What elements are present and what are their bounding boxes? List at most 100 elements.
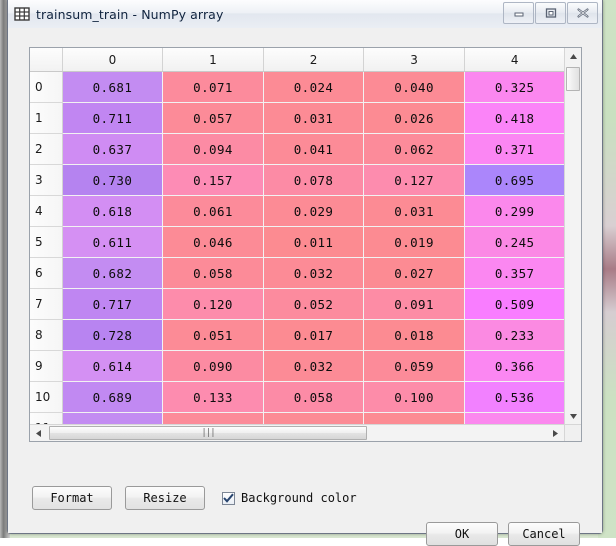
cell-3-4[interactable]: 0.695 [464, 164, 566, 196]
cell-3-0[interactable]: 0.730 [62, 164, 164, 196]
cell-7-4[interactable]: 0.509 [464, 288, 566, 320]
cell-7-1[interactable]: 0.120 [162, 288, 264, 320]
column-header-1[interactable]: 1 [162, 48, 264, 72]
column-header-0[interactable]: 0 [62, 48, 164, 72]
ok-button[interactable]: OK [426, 522, 498, 546]
cell-3-3[interactable]: 0.127 [363, 164, 465, 196]
cell-9-2[interactable]: 0.032 [263, 350, 365, 382]
cell-10-3[interactable]: 0.100 [363, 381, 465, 413]
scroll-left-arrow-icon[interactable] [30, 425, 47, 441]
cell-6-0[interactable]: 0.682 [62, 257, 164, 289]
background-color-checkbox-group[interactable]: Background color [222, 491, 357, 505]
window-titlebar[interactable]: trainsum_train - NumPy array [8, 0, 602, 29]
cell-2-0[interactable]: 0.637 [62, 133, 164, 165]
horizontal-scrollbar-thumb[interactable]: ||| [49, 426, 367, 440]
vertical-scrollbar-thumb[interactable] [566, 67, 580, 91]
cell-4-0[interactable]: 0.618 [62, 195, 164, 227]
row-header-2[interactable]: 2 [30, 133, 63, 165]
row-header-10[interactable]: 10 [30, 381, 63, 413]
cell-9-4[interactable]: 0.366 [464, 350, 566, 382]
maximize-button[interactable] [535, 2, 566, 24]
cell-10-2[interactable]: 0.058 [263, 381, 365, 413]
cell-0-0[interactable]: 0.681 [62, 71, 164, 103]
close-button[interactable] [567, 2, 598, 24]
cell-8-4[interactable]: 0.233 [464, 319, 566, 351]
cell-5-0[interactable]: 0.611 [62, 226, 164, 258]
format-button[interactable]: Format [32, 486, 112, 510]
cell-5-4[interactable]: 0.245 [464, 226, 566, 258]
cell-6-4[interactable]: 0.357 [464, 257, 566, 289]
cell-7-0[interactable]: 0.717 [62, 288, 164, 320]
cell-0-3[interactable]: 0.040 [363, 71, 465, 103]
row-header-3[interactable]: 3 [30, 164, 63, 196]
cell-0-4[interactable]: 0.325 [464, 71, 566, 103]
scroll-down-arrow-icon[interactable] [565, 408, 581, 425]
cell-4-4[interactable]: 0.299 [464, 195, 566, 227]
cell-5-3[interactable]: 0.019 [363, 226, 465, 258]
cell-1-4[interactable]: 0.418 [464, 102, 566, 134]
cell-0-2[interactable]: 0.024 [263, 71, 365, 103]
cell-5-1[interactable]: 0.046 [162, 226, 264, 258]
row-header-1[interactable]: 1 [30, 102, 63, 134]
table-header-row: 0 1 2 3 4 5 [30, 48, 566, 72]
row-header-4[interactable]: 4 [30, 195, 63, 227]
cell-1-0[interactable]: 0.711 [62, 102, 164, 134]
cell-5-2[interactable]: 0.011 [263, 226, 365, 258]
array-table: 0 1 2 3 4 5 00.6810.0710.0240.0400.32510… [30, 48, 566, 425]
cell-4-3[interactable]: 0.031 [363, 195, 465, 227]
cancel-button[interactable]: Cancel [508, 522, 580, 546]
column-header-2[interactable]: 2 [263, 48, 365, 72]
table-row: 3 0.730 0.157 0.078 0.127 0.695 [30, 164, 566, 196]
cell-2-4[interactable]: 0.371 [464, 133, 566, 165]
cell-6-2[interactable]: 0.032 [263, 257, 365, 289]
cell-8-2[interactable]: 0.017 [263, 319, 365, 351]
cell-10-1[interactable]: 0.133 [162, 381, 264, 413]
numpy-array-window: trainsum_train - NumPy array 0 1 2 3 4 0… [7, 0, 603, 546]
scrollbar-corner [564, 424, 581, 441]
cell-1-2[interactable]: 0.031 [263, 102, 365, 134]
cell-7-2[interactable]: 0.052 [263, 288, 365, 320]
cell-10-4[interactable]: 0.536 [464, 381, 566, 413]
cell-9-3[interactable]: 0.059 [363, 350, 465, 382]
column-header-3[interactable]: 3 [363, 48, 465, 72]
cell-1-3[interactable]: 0.026 [363, 102, 465, 134]
cell-6-1[interactable]: 0.058 [162, 257, 264, 289]
cell-3-2[interactable]: 0.078 [263, 164, 365, 196]
cell-3-1[interactable]: 0.157 [162, 164, 264, 196]
cell-6-3[interactable]: 0.027 [363, 257, 465, 289]
cell-4-1[interactable]: 0.061 [162, 195, 264, 227]
vertical-scrollbar[interactable] [564, 48, 581, 425]
row-header-8[interactable]: 8 [30, 319, 63, 351]
cell-1-1[interactable]: 0.057 [162, 102, 264, 134]
row-header-0[interactable]: 0 [30, 71, 63, 103]
background-color-checkbox[interactable] [222, 491, 235, 505]
cell-4-2[interactable]: 0.029 [263, 195, 365, 227]
horizontal-scrollbar[interactable]: ||| [30, 424, 581, 441]
cell-9-0[interactable]: 0.614 [62, 350, 164, 382]
table-grid-icon [14, 6, 30, 22]
column-header-4[interactable]: 4 [464, 48, 566, 72]
row-header-6[interactable]: 6 [30, 257, 63, 289]
cell-8-1[interactable]: 0.051 [162, 319, 264, 351]
cell-10-0[interactable]: 0.689 [62, 381, 164, 413]
resize-button[interactable]: Resize [125, 486, 205, 510]
table-row: 7 0.717 0.120 0.052 0.091 0.509 [30, 288, 566, 320]
scroll-up-arrow-icon[interactable] [565, 48, 581, 65]
cell-2-3[interactable]: 0.062 [363, 133, 465, 165]
cell-9-1[interactable]: 0.090 [162, 350, 264, 382]
row-header-5[interactable]: 5 [30, 226, 63, 258]
cell-2-2[interactable]: 0.041 [263, 133, 365, 165]
table-row: 8 0.728 0.051 0.017 0.018 0.233 [30, 319, 566, 351]
table-row: 0 0.681 0.071 0.024 0.040 0.325 [30, 71, 566, 103]
array-table-viewport[interactable]: 0 1 2 3 4 5 00.6810.0710.0240.0400.32510… [30, 48, 566, 425]
row-header-7[interactable]: 7 [30, 288, 63, 320]
scroll-right-arrow-icon[interactable] [547, 425, 564, 441]
cell-7-3[interactable]: 0.091 [363, 288, 465, 320]
cell-0-1[interactable]: 0.071 [162, 71, 264, 103]
cell-8-0[interactable]: 0.728 [62, 319, 164, 351]
cell-8-3[interactable]: 0.018 [363, 319, 465, 351]
checkmark-icon [223, 493, 234, 503]
cell-2-1[interactable]: 0.094 [162, 133, 264, 165]
minimize-button[interactable] [503, 2, 534, 24]
row-header-9[interactable]: 9 [30, 350, 63, 382]
